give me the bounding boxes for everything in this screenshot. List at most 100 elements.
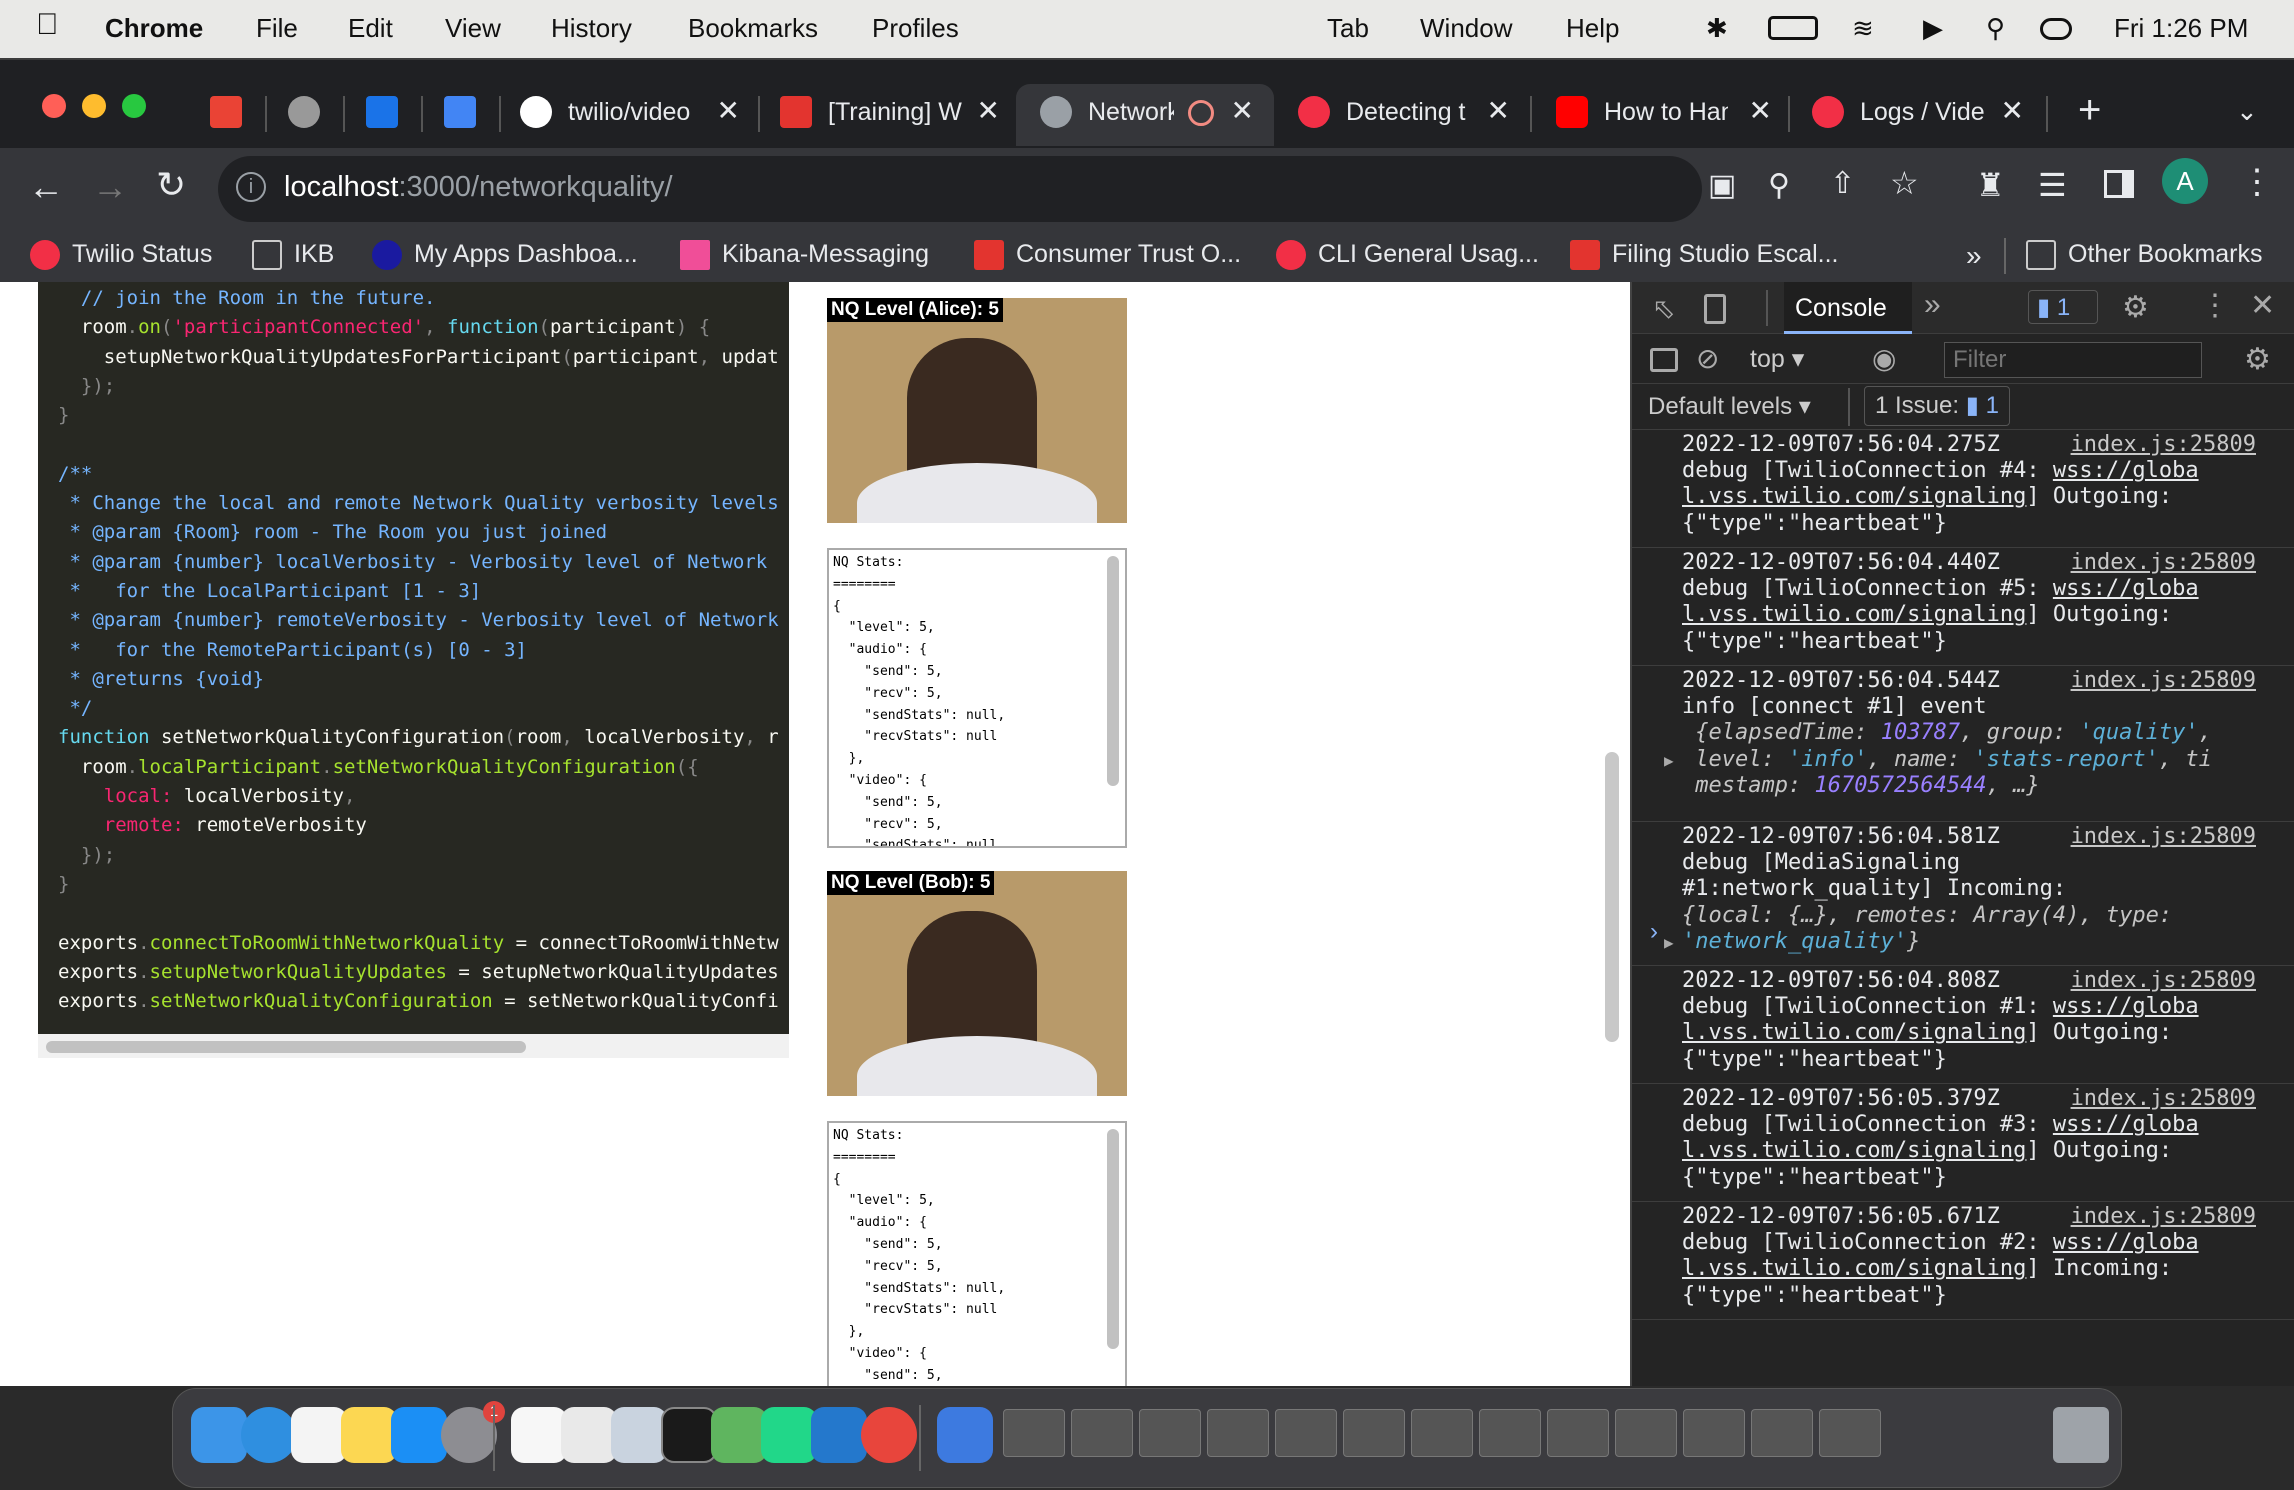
app-store-icon[interactable]	[391, 1407, 447, 1463]
back-button[interactable]: ←	[28, 166, 64, 208]
preview-icon[interactable]	[611, 1407, 667, 1463]
tab-gmail[interactable]	[210, 84, 250, 146]
minimized-window[interactable]	[1615, 1409, 1677, 1457]
more-tabs-icon[interactable]: »	[1924, 288, 1941, 322]
site-info-icon[interactable]: i	[236, 172, 266, 202]
nq-stats-bob[interactable]: NQ Stats: ======== { "level": 5, "audio"…	[827, 1121, 1127, 1386]
menu-file[interactable]: File	[256, 13, 298, 44]
code-horizontal-scrollbar[interactable]	[38, 1034, 789, 1058]
settings-gear-icon[interactable]: ⚙	[2122, 290, 2149, 325]
scrollbar-thumb[interactable]	[46, 1041, 526, 1053]
log-source-link[interactable]: index.js:25809	[2071, 1086, 2256, 1112]
reload-button[interactable]: ↻	[156, 164, 186, 206]
log-link[interactable]: l.vss.twilio.com/signaling	[1682, 484, 2026, 509]
menu-bookmarks[interactable]: Bookmarks	[688, 13, 818, 44]
bookmark-cli-general[interactable]: CLI General Usag...	[1276, 240, 1539, 271]
tab-pinned-app[interactable]	[288, 84, 328, 146]
spotlight-icon[interactable]: ⚲	[1986, 13, 2005, 44]
page-scrollbar-thumb[interactable]	[1605, 752, 1619, 1042]
play-icon[interactable]: ▶	[1923, 13, 1943, 44]
menu-tab[interactable]: Tab	[1327, 13, 1369, 44]
trash-icon[interactable]	[2053, 1407, 2109, 1463]
menu-app-name[interactable]: Chrome	[105, 13, 203, 44]
tab-youtube[interactable]: How to Han ✕	[1556, 84, 1772, 146]
log-link[interactable]: wss://globa	[2053, 994, 2199, 1019]
close-devtools-icon[interactable]: ✕	[2250, 288, 2275, 323]
device-toolbar-icon[interactable]	[1704, 294, 1726, 324]
log-link[interactable]: wss://globa	[2053, 458, 2199, 483]
devtools-menu-icon[interactable]: ⋮	[2200, 288, 2230, 323]
minimized-window[interactable]	[1479, 1409, 1541, 1457]
minimized-window[interactable]	[1343, 1409, 1405, 1457]
log-link[interactable]: wss://globa	[2053, 576, 2199, 601]
bookmark-ikb[interactable]: IKB	[252, 240, 334, 271]
log-link[interactable]: l.vss.twilio.com/signaling	[1682, 602, 2026, 627]
menu-edit[interactable]: Edit	[348, 13, 393, 44]
context-selector[interactable]: top ▾	[1750, 344, 1804, 374]
minimized-window[interactable]	[1071, 1409, 1133, 1457]
tab-logs[interactable]: Logs / Vide ✕	[1812, 84, 2024, 146]
tab-docs[interactable]	[444, 84, 484, 146]
close-tab-icon[interactable]: ✕	[977, 94, 1000, 127]
bookmark-kibana[interactable]: Kibana-Messaging	[680, 240, 929, 271]
live-expression-eye-icon[interactable]: ◉	[1872, 342, 1896, 375]
bookmark-consumer-trust[interactable]: Consumer Trust O...	[974, 240, 1241, 271]
xcode-icon[interactable]	[937, 1407, 993, 1463]
terminal-icon[interactable]	[661, 1407, 717, 1463]
close-tab-icon[interactable]: ✕	[2001, 94, 2024, 127]
close-tab-icon[interactable]: ✕	[1749, 94, 1772, 127]
log-source-link[interactable]: index.js:25809	[2071, 824, 2256, 850]
zoom-window-button[interactable]	[122, 94, 146, 118]
log-link[interactable]: l.vss.twilio.com/signaling	[1682, 1138, 2026, 1163]
reminders-icon[interactable]	[291, 1407, 347, 1463]
close-window-button[interactable]	[42, 94, 66, 118]
minimized-window[interactable]	[1003, 1409, 1065, 1457]
minimized-window[interactable]	[1275, 1409, 1337, 1457]
bookmark-twilio-status[interactable]: Twilio Status	[30, 240, 212, 271]
bookmarks-overflow-icon[interactable]: »	[1966, 240, 1982, 272]
bookmark-other[interactable]: Other Bookmarks	[2026, 240, 2263, 271]
messages-badge[interactable]: ▮ 1	[2028, 290, 2098, 324]
nq-stats-alice[interactable]: NQ Stats: ======== { "level": 5, "audio"…	[827, 548, 1127, 848]
tab-detecting[interactable]: Detecting t ✕	[1298, 84, 1510, 146]
log-link[interactable]: wss://globa	[2053, 1112, 2199, 1137]
log-source-link[interactable]: index.js:25809	[2071, 432, 2256, 458]
clear-console-icon[interactable]: ⊘	[1696, 342, 1719, 375]
console-filter-input[interactable]	[1944, 342, 2202, 378]
profile-avatar[interactable]: A	[2162, 158, 2208, 204]
menu-profiles[interactable]: Profiles	[872, 13, 959, 44]
close-tab-icon[interactable]: ✕	[1231, 94, 1254, 127]
tab-training[interactable]: [Training] W ✕	[780, 84, 1000, 146]
menu-history[interactable]: History	[551, 13, 632, 44]
bookmark-my-apps[interactable]: My Apps Dashboa...	[372, 240, 638, 271]
stats-scrollbar[interactable]	[1107, 1129, 1119, 1349]
tab-calendar[interactable]	[366, 84, 406, 146]
log-link[interactable]: l.vss.twilio.com/signaling	[1682, 1256, 2026, 1281]
extensions-icon[interactable]: ♜	[1976, 166, 2005, 204]
log-levels-dropdown[interactable]: Default levels ▾	[1648, 392, 1811, 421]
battery-icon[interactable]	[1768, 16, 1818, 40]
textedit-icon[interactable]	[561, 1407, 617, 1463]
chrome-icon[interactable]	[861, 1407, 917, 1463]
log-link[interactable]: wss://globa	[2053, 1230, 2199, 1255]
inspect-element-icon[interactable]: ⬁	[1652, 292, 1675, 325]
minimized-window[interactable]	[1411, 1409, 1473, 1457]
log-source-link[interactable]: index.js:25809	[2071, 1204, 2256, 1230]
bluetooth-icon[interactable]: ✱	[1706, 13, 1728, 44]
zoom-icon[interactable]: ⚲	[1768, 168, 1790, 203]
control-center-icon[interactable]	[2040, 18, 2072, 40]
vscode-icon[interactable]	[811, 1407, 867, 1463]
minimize-window-button[interactable]	[82, 94, 106, 118]
expand-object-icon[interactable]: ▶	[1664, 748, 1674, 774]
notes-icon[interactable]	[341, 1407, 397, 1463]
pycharm-icon[interactable]	[761, 1407, 817, 1463]
minimized-window[interactable]	[1207, 1409, 1269, 1457]
camera-icon[interactable]: ▣	[1708, 168, 1736, 203]
minimized-window[interactable]	[1751, 1409, 1813, 1457]
sidebar-toggle-icon[interactable]	[1650, 348, 1678, 372]
address-bar[interactable]: i localhost:3000/networkquality/ ▣ ⚲ ⇧ ☆	[218, 156, 1919, 222]
minimized-window[interactable]	[1139, 1409, 1201, 1457]
log-source-link[interactable]: index.js:25809	[2071, 550, 2256, 576]
close-tab-icon[interactable]: ✕	[1487, 94, 1510, 127]
bookmark-filing-studio[interactable]: Filing Studio Escal...	[1570, 240, 1839, 271]
